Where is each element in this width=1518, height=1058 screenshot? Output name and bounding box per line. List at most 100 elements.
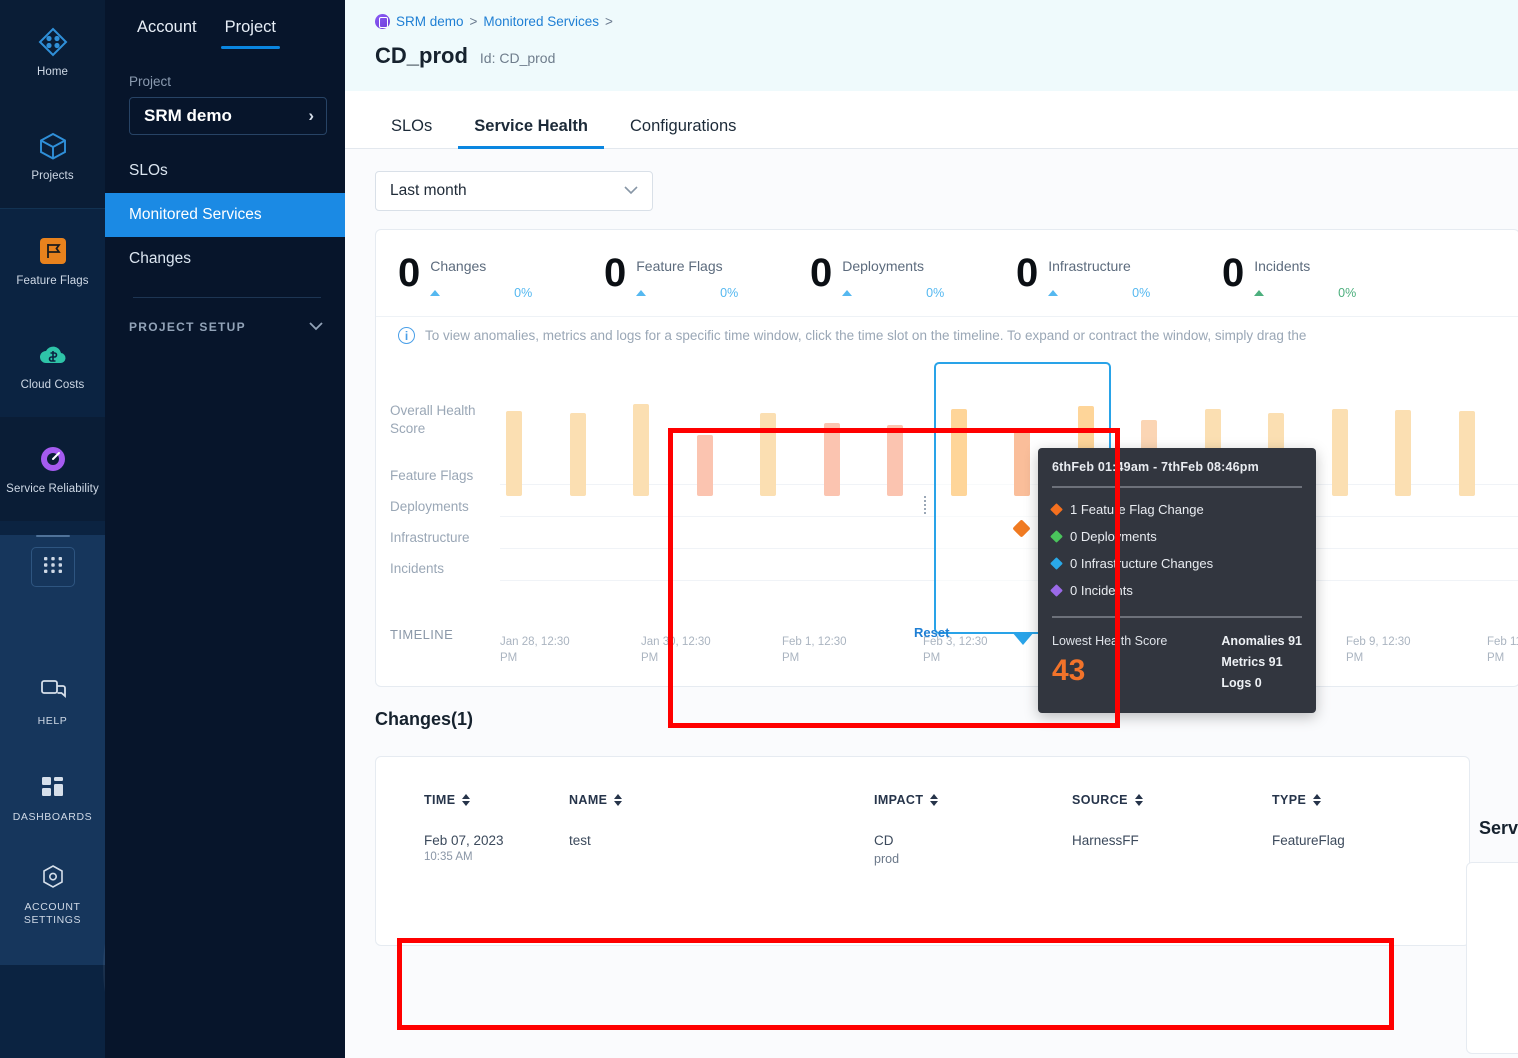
column-header-impact[interactable]: IMPACT [874, 793, 1072, 807]
chart-bar[interactable] [697, 435, 713, 496]
metric-incidents-pct: 0% [1338, 286, 1356, 300]
nav-tab-group: Account Project [105, 0, 345, 49]
column-header-name[interactable]: NAME [569, 793, 874, 807]
trend-up-icon [430, 290, 440, 296]
rail-item-feature-flags[interactable]: Feature Flags [0, 209, 105, 313]
chart-bar[interactable] [1395, 410, 1411, 496]
sidebar-item-changes[interactable]: Changes [105, 237, 345, 281]
changes-heading: Changes(1) [375, 709, 1518, 730]
chart-bar[interactable] [506, 411, 522, 496]
column-header-time-label: TIME [424, 793, 455, 807]
row-label-feature-flags: Feature Flags [390, 468, 495, 499]
breadcrumb-item-monitored-services[interactable]: Monitored Services [483, 14, 599, 29]
service-health-card: 0 Changes 0% 0 Feature Flags [375, 229, 1518, 687]
rail-label-projects: Projects [31, 170, 73, 183]
chart-bar[interactable] [1332, 409, 1348, 496]
filter-row: Last month [345, 149, 1518, 229]
sidebar-item-monitored-services[interactable]: Monitored Services [105, 193, 345, 237]
chart-bar[interactable] [760, 413, 776, 496]
rail-item-home[interactable]: Home [0, 0, 105, 104]
sort-icon[interactable] [930, 794, 938, 806]
chart-plot-area[interactable] [500, 376, 1518, 624]
reset-link[interactable]: Reset [914, 625, 949, 640]
sort-icon[interactable] [462, 794, 470, 806]
breadcrumb-separator: > [470, 14, 478, 29]
metric-deployments-label: Deployments [842, 258, 924, 274]
tab-bar: SLOs Service Health Configurations [345, 91, 1518, 149]
nav-tab-account[interactable]: Account [123, 10, 211, 49]
breadcrumb-item-project[interactable]: SRM demo [396, 14, 464, 29]
health-timeline-chart[interactable]: Overall HealthScore Feature Flags Deploy… [376, 356, 1518, 686]
metric-deployments: 0 Deployments 0% [810, 254, 1016, 300]
sort-icon[interactable] [1313, 794, 1321, 806]
project-nav: Account Project Project SRM demo › SLOs … [105, 0, 345, 1058]
rail-item-service-reliability[interactable]: Service Reliability [0, 417, 105, 521]
tooltip-stat-metrics: Metrics 91 [1221, 655, 1302, 669]
cell-type: FeatureFlag [1272, 833, 1345, 866]
sort-icon[interactable] [614, 794, 622, 806]
time-range-value: Last month [390, 182, 467, 200]
cube-icon [36, 129, 70, 163]
sidebar-item-slos[interactable]: SLOs [105, 149, 345, 193]
chart-bar[interactable] [633, 404, 649, 496]
selection-handle-left[interactable] [924, 494, 930, 516]
info-icon: i [398, 327, 415, 344]
rail-item-help[interactable]: HELP [0, 653, 105, 749]
sort-icon[interactable] [1135, 794, 1143, 806]
cell-name: test [569, 833, 874, 866]
nav-section-label: Project [105, 49, 345, 97]
axis-tick-label: Feb 9, 12:30 PM [1346, 634, 1428, 666]
column-header-source-label: SOURCE [1072, 793, 1128, 807]
chevron-down-icon [624, 184, 638, 198]
rail-collapse-handle[interactable] [36, 535, 70, 537]
page-title: CD_prod [375, 43, 468, 69]
cell-source: HarnessFF [1072, 833, 1272, 866]
dashboard-icon [36, 770, 70, 804]
changes-table-card: TIME NAME IMPACT SOURCE TYPE [375, 756, 1470, 946]
timeline-axis-label: TIMELINE [390, 627, 453, 642]
page-title-id: Id: CD_prod [480, 50, 555, 66]
tab-slos[interactable]: SLOs [375, 117, 448, 148]
column-header-source[interactable]: SOURCE [1072, 793, 1272, 807]
row-label-overall-health: Overall HealthScore [390, 402, 495, 468]
rail-label-help: HELP [38, 715, 68, 727]
axis-tick-label: Jan 30, 12:30 PM [641, 634, 723, 666]
metric-infrastructure-value: 0 [1016, 254, 1038, 292]
rail-label-dashboards: DASHBOARDS [13, 811, 93, 823]
apps-grid-button[interactable] [31, 547, 75, 587]
row-label-deployments: Deployments [390, 499, 495, 530]
trend-up-icon [842, 290, 852, 296]
tab-configurations[interactable]: Configurations [614, 117, 752, 148]
table-row[interactable]: Feb 07, 2023 10:35 AM test CD prod Harne… [376, 807, 1469, 866]
project-selector[interactable]: SRM demo › [129, 97, 327, 135]
chart-bar[interactable] [824, 423, 840, 496]
cell-time: Feb 07, 2023 10:35 AM [424, 833, 569, 866]
cloud-dollar-icon [36, 338, 70, 372]
rail-label-feature-flags: Feature Flags [16, 275, 88, 288]
rail-item-account-settings[interactable]: ACCOUNT SETTINGS [0, 845, 105, 941]
tab-service-health[interactable]: Service Health [458, 117, 604, 148]
project-setup-toggle[interactable]: PROJECT SETUP [105, 298, 345, 334]
chart-bar[interactable] [570, 413, 586, 496]
column-header-type[interactable]: TYPE [1272, 793, 1321, 807]
chart-row-labels: Overall HealthScore Feature Flags Deploy… [390, 402, 495, 592]
nav-tab-project[interactable]: Project [211, 10, 290, 49]
rail-label-home: Home [37, 66, 68, 79]
tooltip-divider-top [1052, 486, 1302, 488]
chart-bar[interactable] [1459, 411, 1475, 496]
rail-item-dashboards[interactable]: DASHBOARDS [0, 749, 105, 845]
gear-hex-icon [36, 860, 70, 894]
rail-item-cloud-costs[interactable]: Cloud Costs [0, 313, 105, 417]
time-range-dropdown[interactable]: Last month [375, 171, 653, 211]
rail-item-projects[interactable]: Projects [0, 104, 105, 208]
column-header-time[interactable]: TIME [424, 793, 569, 807]
apps-grid-icon [43, 556, 63, 579]
axis-tick-label: Jan 28, 12:30 PM [500, 634, 582, 666]
title-row: CD_prod Id: CD_prod [375, 43, 1518, 69]
chevron-right-icon: › [308, 106, 314, 126]
flag-icon [36, 234, 70, 268]
row-label-infrastructure: Infrastructure [390, 530, 495, 561]
tooltip-title: 6thFeb 01:49am - 7thFeb 08:46pm [1052, 460, 1302, 474]
rail-label-cloud-costs: Cloud Costs [21, 379, 85, 392]
chart-bar[interactable] [887, 425, 903, 496]
